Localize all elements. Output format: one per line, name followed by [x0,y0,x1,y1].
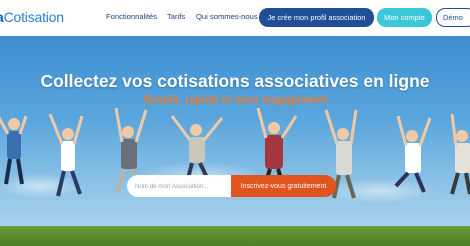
hero-subtitle: Simple, rapide et sans engagement [142,94,327,106]
hero-banner: Collectez vos cotisations associatives e… [0,36,470,246]
signup-form: Inscrivez-vous gratuitement [127,175,336,197]
signup-button[interactable]: Inscrivez-vous gratuitement [231,175,336,197]
site-header: aCotisation Fonctionnalités Tarifs Qui s… [0,0,470,36]
association-name-input[interactable] [127,175,231,197]
create-profile-button[interactable]: Je crée mon profil association [259,8,374,27]
jumping-people-illustration [0,107,470,199]
nav-features[interactable]: Fonctionnalités [106,12,157,21]
hero-title: Collectez vos cotisations associatives e… [40,71,430,91]
nav-pricing[interactable]: Tarifs [167,12,185,21]
demo-button[interactable]: Démo [436,8,470,27]
my-account-button[interactable]: Mon compte [377,8,432,27]
nav-about[interactable]: Qui sommes-nous [196,12,258,21]
logo-text: Cotisation [3,9,64,25]
site-logo[interactable]: aCotisation [0,9,64,25]
